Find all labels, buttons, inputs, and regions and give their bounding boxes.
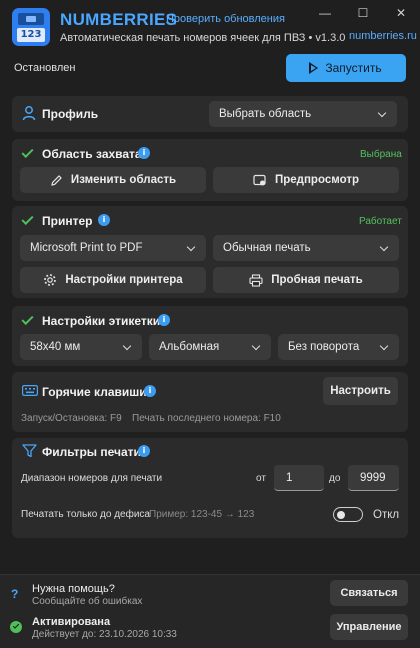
info-icon[interactable]: i: [98, 214, 110, 226]
chevron-down-icon: [379, 341, 389, 351]
help-title: Нужна помощь?: [32, 583, 115, 595]
user-icon: [21, 105, 37, 121]
printer-card: Принтер i Работает Microsoft Print to PD…: [12, 206, 408, 298]
printer-settings-label: Настройки принтера: [65, 274, 183, 286]
dash-filter-label: Печатать только до дефиса: [21, 509, 150, 520]
profile-select-value: Выбрать область: [219, 108, 312, 120]
dash-filter-example: Пример: 123-45 → 123: [149, 509, 255, 520]
capture-card: Область захвата i Выбрана Изменить облас…: [12, 139, 408, 201]
info-icon[interactable]: i: [158, 314, 170, 326]
website-link[interactable]: numberries.ru: [349, 30, 417, 42]
app-logo: 123: [12, 8, 50, 46]
check-icon: [21, 145, 34, 159]
app-title: NUMBERRIES: [60, 10, 178, 29]
info-icon[interactable]: i: [138, 147, 150, 159]
help-question-icon: ?: [11, 587, 19, 601]
chevron-down-icon: [379, 242, 389, 252]
rotation-value: Без поворота: [288, 341, 360, 353]
start-button-label: Запустить: [325, 61, 382, 75]
print-mode-value: Обычная печать: [223, 242, 311, 254]
check-icon: [21, 312, 34, 326]
label-settings-title: Настройки этикетки: [42, 314, 161, 328]
orientation-value: Альбомная: [159, 341, 220, 353]
print-mode-select[interactable]: Обычная печать: [213, 235, 399, 261]
logo-tab: [18, 13, 44, 25]
title-bar: 123 NUMBERRIES Проверить обновления Авто…: [0, 0, 420, 52]
test-print-button[interactable]: Пробная печать: [213, 267, 399, 293]
chevron-down-icon: [122, 341, 132, 351]
label-size-select[interactable]: 58x40 мм: [20, 334, 142, 360]
edit-area-button[interactable]: Изменить область: [20, 167, 206, 193]
range-from-input[interactable]: 1: [274, 465, 324, 491]
range-to-input[interactable]: 9999: [348, 465, 399, 491]
hotkeys-card: Горячие клавиши i Настроить Запуск/Остан…: [12, 372, 408, 432]
dash-filter-state: Откл: [373, 509, 400, 521]
run-status: Остановлен: [14, 62, 76, 74]
subtitle-text: Автоматическая печать номеров ячеек для …: [60, 32, 306, 44]
start-button[interactable]: Запустить: [286, 54, 406, 82]
printer-select-value: Microsoft Print to PDF: [30, 242, 143, 254]
check-icon: [21, 212, 34, 226]
play-icon: [309, 62, 319, 74]
filters-card: Фильтры печати i Диапазон номеров для пе…: [12, 438, 408, 538]
profile-card: Профиль Выбрать область: [12, 96, 408, 132]
orientation-select[interactable]: Альбомная: [149, 334, 271, 360]
rotation-select[interactable]: Без поворота: [278, 334, 399, 360]
range-from-label: от: [256, 473, 266, 484]
keyboard-icon: [22, 385, 38, 396]
filters-title: Фильтры печати: [42, 445, 141, 459]
app-subtitle: Автоматическая печать номеров ячеек для …: [60, 32, 345, 44]
dash-filter-toggle[interactable]: [333, 507, 363, 522]
info-icon[interactable]: i: [138, 445, 150, 457]
help-subtitle: Сообщайте об ошибках: [32, 596, 143, 607]
logo-number: 123: [17, 28, 45, 42]
footer: ? Нужна помощь? Сообщайте об ошибках Свя…: [0, 574, 420, 648]
preview-button[interactable]: Предпросмотр: [213, 167, 399, 193]
printer-icon: [249, 273, 263, 287]
manage-license-button[interactable]: Управление: [330, 614, 408, 640]
hotkey-last-print: Печать последнего номера: F10: [132, 413, 281, 424]
printer-title: Принтер: [42, 214, 93, 228]
contact-button[interactable]: Связаться: [330, 580, 408, 606]
info-icon[interactable]: i: [144, 385, 156, 397]
hotkeys-title: Горячие клавиши: [42, 385, 147, 399]
gear-icon: [43, 273, 57, 287]
capture-title: Область захвата: [42, 147, 142, 161]
chevron-down-icon: [377, 108, 387, 118]
edit-area-label: Изменить область: [70, 174, 177, 186]
configure-hotkeys-button[interactable]: Настроить: [323, 377, 398, 405]
close-button[interactable]: ✕: [392, 6, 410, 20]
printer-select[interactable]: Microsoft Print to PDF: [20, 235, 206, 261]
license-title: Активирована: [32, 616, 111, 628]
minimize-button[interactable]: —: [316, 6, 334, 20]
test-print-label: Пробная печать: [271, 274, 363, 286]
activated-check-icon: [10, 621, 22, 633]
version-label: • v1.3.0: [308, 32, 346, 44]
preview-label: Предпросмотр: [275, 174, 359, 186]
license-subtitle: Действует до: 23.10.2026 10:33: [32, 629, 177, 640]
capture-status-badge: Выбрана: [360, 149, 402, 160]
filter-icon: [22, 444, 37, 458]
label-size-value: 58x40 мм: [30, 341, 81, 353]
pencil-icon: [50, 174, 63, 187]
printer-settings-button[interactable]: Настройки принтера: [20, 267, 206, 293]
label-settings-card: Настройки этикетки i 58x40 мм Альбомная …: [12, 306, 408, 366]
preview-icon: [253, 174, 267, 187]
range-label: Диапазон номеров для печати: [21, 473, 163, 484]
printer-status-badge: Работает: [359, 216, 402, 227]
chevron-down-icon: [251, 341, 261, 351]
range-to-label: до: [329, 473, 341, 484]
chevron-down-icon: [186, 242, 196, 252]
maximize-button[interactable]: ☐: [354, 6, 372, 20]
check-updates-link[interactable]: Проверить обновления: [166, 13, 285, 25]
hotkey-start-stop: Запуск/Остановка: F9: [21, 413, 122, 424]
profile-title: Профиль: [42, 107, 99, 121]
profile-select[interactable]: Выбрать область: [209, 101, 397, 127]
